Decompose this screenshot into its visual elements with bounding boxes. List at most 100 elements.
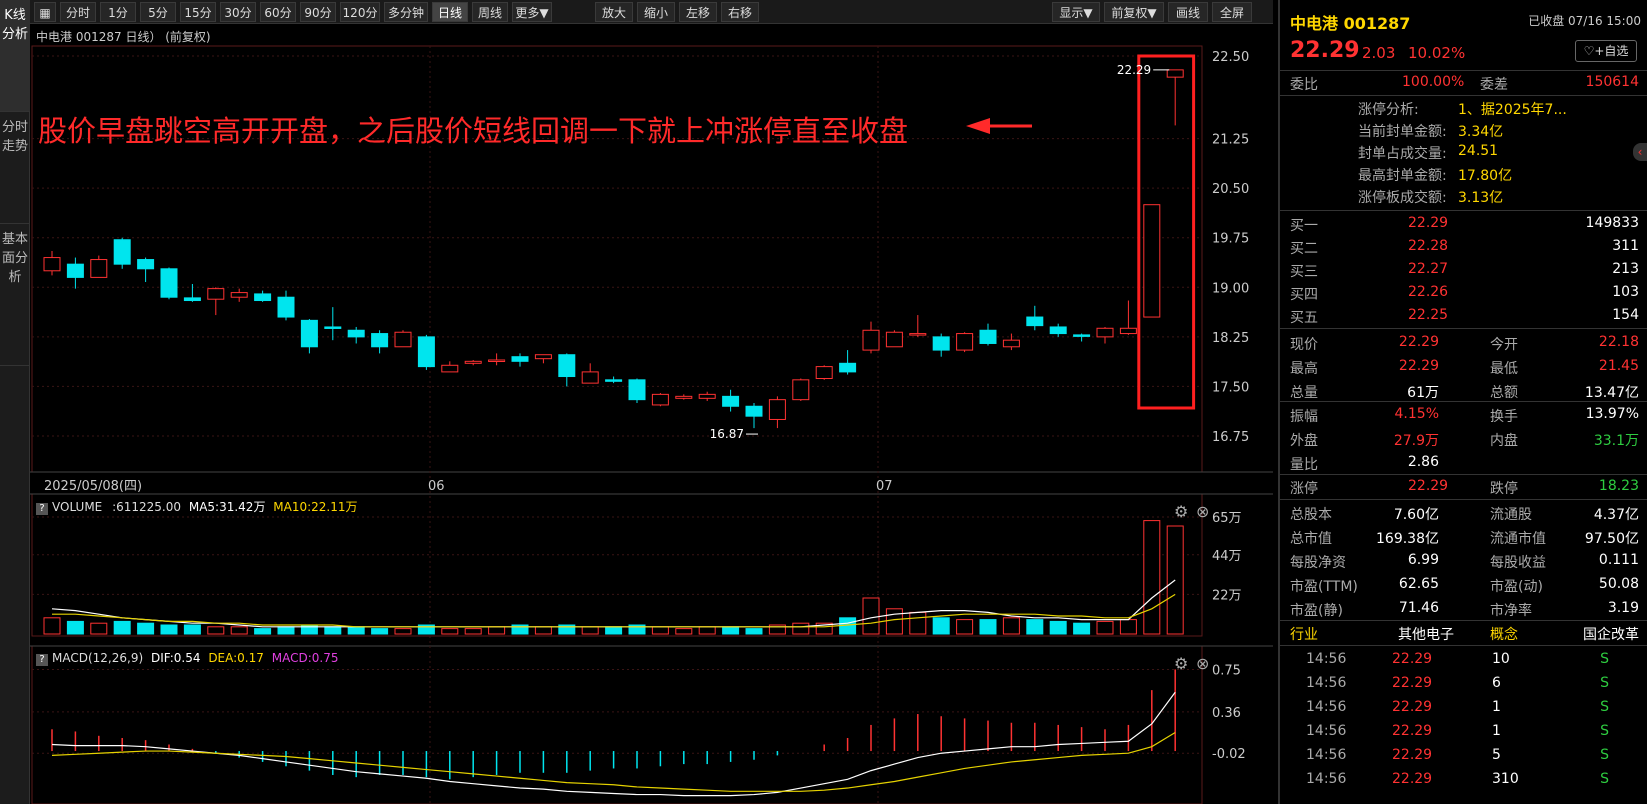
- stat-label: 总市值: [1290, 531, 1332, 547]
- tool-button[interactable]: 左移: [679, 2, 717, 22]
- volume-bar: [464, 628, 482, 635]
- add-watchlist-button[interactable]: ♡+自选: [1575, 40, 1637, 62]
- tab-kline-analysis[interactable]: K线分析: [0, 0, 30, 112]
- bid-row: 买二 22.28 311: [1280, 235, 1647, 259]
- bid-level-label: 买五: [1290, 310, 1318, 326]
- period-button[interactable]: 90分: [300, 2, 336, 22]
- stat-value: 61万: [1407, 385, 1439, 401]
- candle-body: [1073, 334, 1091, 337]
- tool-button[interactable]: 缩小: [637, 2, 675, 22]
- candle-body: [909, 333, 927, 336]
- tab-fundamentals[interactable]: 基本面分析: [0, 224, 30, 366]
- period-button[interactable]: 15分: [180, 2, 216, 22]
- stat-label: 内盘: [1490, 433, 1518, 449]
- collapse-arrow-icon[interactable]: ‹: [1633, 143, 1647, 161]
- view-button[interactable]: 前复权▼: [1104, 2, 1164, 22]
- tick-side-flag: S: [1600, 747, 1609, 763]
- period-button[interactable]: 日线: [432, 2, 468, 22]
- stat-label: 最高: [1290, 361, 1318, 377]
- quote-panel: 中电港 001287 已收盘 07/16 15:00 22.29 2.03 10…: [1278, 0, 1647, 804]
- candle-body: [183, 297, 201, 302]
- volume-ma5: MA5:31.42万: [188, 500, 266, 514]
- candle-body: [1026, 316, 1044, 327]
- close-icon[interactable]: ⊗: [1196, 502, 1209, 521]
- period-button[interactable]: 周线: [472, 2, 508, 22]
- candle-body: [534, 354, 552, 360]
- candle-body: [932, 336, 950, 351]
- candle-body: [745, 405, 763, 417]
- industry-label[interactable]: 行业: [1290, 624, 1318, 644]
- settings-icon[interactable]: ⚙: [1174, 502, 1188, 521]
- macd-label: MACD(12,26,9): [52, 651, 144, 665]
- help-icon[interactable]: ?: [36, 654, 48, 666]
- volume-bar: [371, 628, 389, 635]
- volume-value: :611225.00: [112, 500, 182, 514]
- period-button[interactable]: 30分: [220, 2, 256, 22]
- candle-body: [113, 239, 131, 265]
- chart-toolbar: ▦ 分时 1分 5分 15分 30分 60分 90分 120分 多分钟 日线 周线 更多▼ 放大 缩小左…: [30, 0, 1273, 24]
- stat-row: 市盈(TTM) 62.65 市盈(动) 50.08: [1280, 573, 1647, 597]
- close-icon[interactable]: ⊗: [1196, 654, 1209, 673]
- weibi-value: 100.00%: [1402, 74, 1465, 90]
- period-button[interactable]: 多分钟: [384, 2, 428, 22]
- candle-body: [815, 366, 833, 380]
- bid-price: 22.25: [1408, 307, 1449, 323]
- volume-bar: [183, 624, 201, 635]
- grid-icon[interactable]: ▦: [34, 2, 56, 22]
- settings-icon[interactable]: ⚙: [1174, 654, 1188, 673]
- period-button[interactable]: 60分: [260, 2, 296, 22]
- limit-down-label: 跌停: [1490, 481, 1518, 497]
- tick-row: 14:56 22.29 310 S: [1280, 768, 1647, 792]
- view-button[interactable]: 画线: [1168, 2, 1208, 22]
- bid-volume: 311: [1612, 238, 1639, 254]
- stat-row: 现价 22.29 今开 22.18: [1280, 331, 1647, 355]
- volume-bar: [347, 626, 365, 635]
- view-button[interactable]: 全屏: [1212, 2, 1252, 22]
- macd-tick-label: 0.75: [1212, 663, 1241, 678]
- industry-value[interactable]: 其他电子: [1398, 624, 1454, 644]
- tick-volume: 1: [1492, 723, 1501, 739]
- stat-value: 27.9万: [1393, 433, 1439, 449]
- period-button[interactable]: 1分: [100, 2, 136, 22]
- bid-row: 买四 22.26 103: [1280, 281, 1647, 305]
- stat-label: 流通股: [1490, 507, 1532, 523]
- period-button[interactable]: 120分: [340, 2, 380, 22]
- help-icon[interactable]: ?: [36, 503, 48, 515]
- price-tick-label: 22.50: [1212, 50, 1249, 65]
- candle-body: [839, 362, 857, 373]
- tick-price: 22.29: [1392, 747, 1433, 763]
- tick-time: 14:56: [1306, 651, 1347, 667]
- candle-body: [979, 329, 997, 344]
- tick-time: 14:56: [1306, 675, 1347, 691]
- candle-body: [792, 379, 810, 401]
- limit-analysis-label: 封单占成交量:: [1358, 146, 1447, 162]
- candle-body: [698, 393, 716, 399]
- bid-row: 买五 22.25 154: [1280, 304, 1647, 328]
- last-price: 22.29: [1290, 38, 1360, 63]
- concept-label[interactable]: 概念: [1490, 624, 1518, 644]
- view-button[interactable]: 显示▼: [1052, 2, 1100, 22]
- period-button[interactable]: 分时: [60, 2, 96, 22]
- macd-panel-title: ? MACD(12,26,9) DIF:0.54 DEA:0.17 MACD:0.…: [36, 651, 338, 666]
- bid-level-label: 买二: [1290, 241, 1318, 257]
- volume-bar: [137, 622, 155, 635]
- period-button[interactable]: 更多▼: [512, 2, 552, 22]
- tick-price: 22.29: [1392, 699, 1433, 715]
- limit-analysis-value: 17.80亿: [1458, 168, 1513, 184]
- candle-body: [394, 331, 412, 348]
- tick-price: 22.29: [1392, 675, 1433, 691]
- period-button[interactable]: 5分: [140, 2, 176, 22]
- tick-time: 14:56: [1306, 723, 1347, 739]
- concept-value[interactable]: 国企改革: [1583, 624, 1639, 644]
- tool-button[interactable]: 放大: [595, 2, 633, 22]
- candle-body: [160, 268, 178, 298]
- candle-body: [885, 331, 903, 348]
- volume-bar: [956, 619, 974, 635]
- candle-body: [558, 354, 576, 378]
- stat-row: 总市值 169.38亿 流通市值 97.50亿: [1280, 525, 1647, 549]
- tool-button[interactable]: 右移: [721, 2, 759, 22]
- tab-intraday[interactable]: 分时走势: [0, 112, 30, 224]
- stat-row: 总股本 7.60亿 流通股 4.37亿: [1280, 501, 1647, 525]
- stat-row: 振幅 4.15% 换手 13.97%: [1280, 403, 1647, 427]
- tick-price: 22.29: [1392, 723, 1433, 739]
